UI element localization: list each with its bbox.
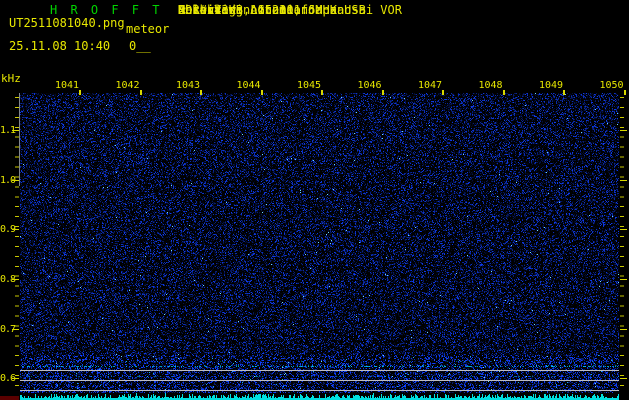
mode-label: meteor	[126, 22, 170, 36]
observation-datetime: 25.11.08 10:40	[9, 39, 111, 53]
x-tick-label: 1042	[115, 80, 140, 91]
x-tick	[139, 90, 142, 95]
x-tick-label: 1041	[54, 80, 80, 91]
y-major-tick-left	[12, 180, 19, 181]
right-minor-ticks	[620, 97, 624, 393]
x-tick-label: 1046	[357, 80, 382, 91]
y-major-tick-left	[12, 130, 19, 131]
y-major-tick-left	[12, 279, 19, 280]
output-filename: UT2511081040.png	[9, 16, 125, 30]
y-axis-line	[19, 93, 20, 186]
x-tick	[502, 90, 505, 95]
x-tick-label: 1045	[296, 80, 322, 91]
spectrogram-canvas	[20, 93, 619, 400]
y-major-tick-right	[620, 229, 627, 230]
left-minor-ticks	[15, 97, 19, 393]
x-tick-label: 1043	[175, 80, 201, 91]
x-tick-label: 1049	[538, 80, 564, 91]
x-tick	[321, 90, 323, 95]
hrofft-screen: H R O F F T UT2511081040.png meteor 25.1…	[0, 0, 629, 400]
x-tick-label: 1048	[478, 80, 503, 91]
x-tick	[623, 90, 626, 95]
app-title: H R O F F T	[50, 3, 163, 17]
x-tick-label: 1047	[417, 80, 443, 91]
x-tick	[442, 90, 444, 95]
x-tick	[563, 90, 565, 95]
y-major-tick-left	[12, 329, 19, 330]
y-axis-unit-label: kHz	[1, 72, 21, 85]
y-major-tick-right	[620, 180, 627, 181]
y-major-tick-right	[620, 279, 627, 280]
spectrogram-plot	[20, 93, 619, 400]
y-major-tick-left	[12, 378, 19, 379]
info-value: 4ele Yagi Az 230 for Kansai VOR	[178, 3, 402, 17]
x-tick	[200, 90, 202, 95]
level-legend-bar	[0, 396, 19, 400]
x-tick	[381, 90, 384, 95]
x-tick-label: 1044	[236, 80, 261, 91]
y-major-tick-left	[12, 229, 19, 230]
y-major-tick-right	[620, 378, 627, 379]
x-tick	[260, 90, 263, 95]
x-tick	[79, 90, 81, 95]
y-major-tick-right	[620, 329, 627, 330]
x-tick-label: 1050	[599, 80, 624, 91]
echo-counter: 0__	[129, 39, 151, 53]
y-major-tick-right	[620, 130, 627, 131]
